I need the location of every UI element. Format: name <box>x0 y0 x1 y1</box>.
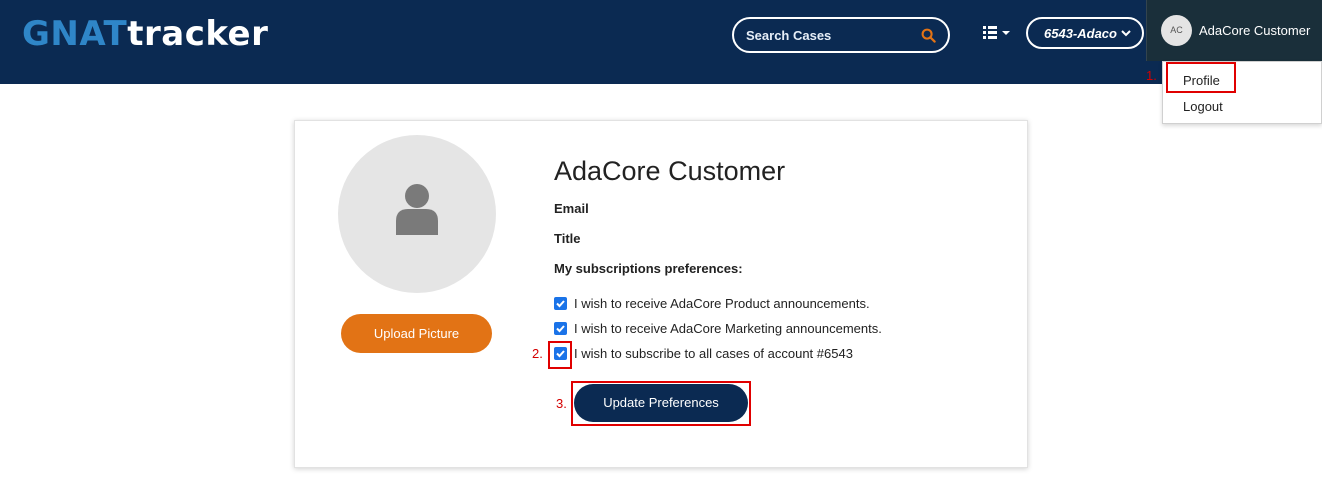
upload-picture-button[interactable]: Upload Picture <box>341 314 492 353</box>
highlight-box-profile <box>1166 62 1236 93</box>
marketing-announcements-label: I wish to receive AdaCore Marketing anno… <box>574 321 882 336</box>
marketing-announcements-checkbox[interactable] <box>554 322 567 335</box>
step-2-label: 2. <box>532 346 543 361</box>
search-icon[interactable] <box>921 28 936 43</box>
gnattracker-logo[interactable]: GNATtracker <box>22 14 268 54</box>
product-announcements-label: I wish to receive AdaCore Product announ… <box>574 296 870 311</box>
subscriptions-label: My subscriptions preferences: <box>554 261 743 276</box>
profile-name-heading: AdaCore Customer <box>554 156 786 186</box>
chevron-down-icon <box>1121 30 1131 37</box>
highlight-box-update <box>571 381 751 426</box>
logo-tracker: tracker <box>127 14 269 54</box>
title-label: Title <box>554 231 581 246</box>
user-menu-toggle[interactable]: AC AdaCore Customer <box>1146 0 1322 61</box>
email-label: Email <box>554 201 589 216</box>
step-3-label: 3. <box>556 396 567 411</box>
product-announcements-checkbox[interactable] <box>554 297 567 310</box>
profile-picture <box>338 135 496 293</box>
subscribe-all-cases-label: I wish to subscribe to all cases of acco… <box>574 346 853 361</box>
search-placeholder: Search Cases <box>746 28 832 43</box>
checkmark-icon <box>556 325 565 333</box>
top-navbar: GNATtracker Search Cases 6543-Adaco AC A… <box>0 0 1322 84</box>
user-name: AdaCore Customer <box>1199 23 1311 38</box>
dropdown-item-logout[interactable]: Logout <box>1183 99 1223 114</box>
user-silhouette-icon <box>396 184 438 235</box>
highlight-box-checkbox <box>548 341 572 369</box>
account-select[interactable]: 6543-Adaco <box>1026 17 1144 49</box>
list-menu-icon[interactable] <box>983 24 1011 42</box>
user-avatar: AC <box>1161 15 1192 46</box>
search-cases-input[interactable]: Search Cases <box>732 17 950 53</box>
step-1-label: 1. <box>1146 68 1157 83</box>
account-select-value: 6543-Adaco <box>1044 26 1117 41</box>
checkmark-icon <box>556 300 565 308</box>
logo-gnat: GNAT <box>22 14 128 54</box>
